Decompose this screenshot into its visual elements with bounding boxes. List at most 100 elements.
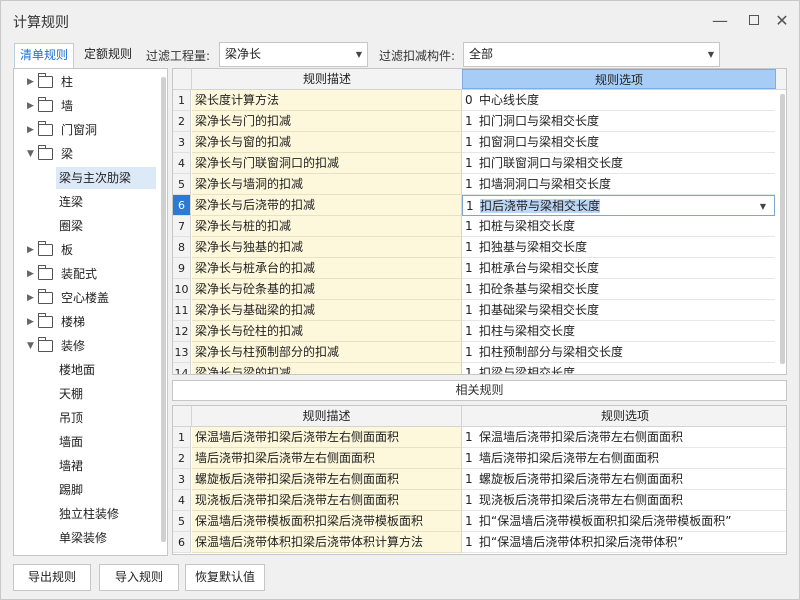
- tree-node-beam[interactable]: ▼ 梁: [14, 143, 159, 165]
- row-number[interactable]: 6: [173, 195, 191, 216]
- restore-defaults-button[interactable]: 恢复默认值: [185, 564, 265, 591]
- tree-node-door-window[interactable]: ▶ 门窗洞: [14, 119, 159, 141]
- tree-leaf-skirting[interactable]: 踢脚: [56, 479, 86, 501]
- tree-leaf-beam-main-rib[interactable]: 梁与主次肋梁: [56, 167, 156, 189]
- tree-node-hollow-floor[interactable]: ▶ 空心楼盖: [14, 287, 159, 309]
- expand-arrow-icon[interactable]: ▶: [27, 119, 34, 141]
- row-number[interactable]: 14: [173, 363, 191, 374]
- rule-option[interactable]: 1 扣墙洞洞口与梁相交长度: [462, 174, 775, 195]
- tree-node-prefab[interactable]: ▶ 装配式: [14, 263, 159, 285]
- table-row[interactable]: 14 梁净长与梁的扣减 1 扣梁与梁相交长度: [173, 363, 786, 374]
- row-number[interactable]: 9: [173, 258, 191, 279]
- collapse-arrow-icon[interactable]: ▼: [27, 335, 34, 357]
- rule-option[interactable]: 1 扣砼条基与梁相交长度: [462, 279, 775, 300]
- rule-option[interactable]: 1 扣桩与梁相交长度: [462, 216, 775, 237]
- row-number[interactable]: 7: [173, 216, 191, 237]
- table-row[interactable]: 5 梁净长与墙洞的扣减 1 扣墙洞洞口与梁相交长度: [173, 174, 786, 195]
- tree-node-slab[interactable]: ▶ 板: [14, 239, 159, 261]
- rule-option[interactable]: 0 中心线长度: [462, 90, 775, 111]
- table-row[interactable]: 11 梁净长与基础梁的扣减 1 扣基础梁与梁相交长度: [173, 300, 786, 321]
- rule-option[interactable]: 1 扣柱预制部分与梁相交长度: [462, 342, 775, 363]
- tree-leaf-beam-finish[interactable]: 单梁装修: [56, 527, 110, 549]
- row-number[interactable]: 3: [173, 469, 191, 490]
- row-number[interactable]: 5: [173, 511, 191, 532]
- rule-option[interactable]: 1 保温墙后浇带扣梁后浇带左右侧面面积: [462, 427, 786, 448]
- row-number[interactable]: 4: [173, 153, 191, 174]
- rule-description[interactable]: 梁净长与窗的扣减: [192, 132, 462, 153]
- rule-description[interactable]: 梁净长与桩承台的扣减: [192, 258, 462, 279]
- rule-description[interactable]: 梁净长与独基的扣减: [192, 237, 462, 258]
- expand-arrow-icon[interactable]: ▶: [27, 239, 34, 261]
- expand-arrow-icon[interactable]: ▶: [27, 287, 34, 309]
- table-row[interactable]: 10 梁净长与砼条基的扣减 1 扣砼条基与梁相交长度: [173, 279, 786, 300]
- tree-leaf-column-finish[interactable]: 独立柱装修: [56, 503, 122, 525]
- row-number[interactable]: 4: [173, 490, 191, 511]
- rule-description[interactable]: 梁净长与基础梁的扣减: [192, 300, 462, 321]
- table-row[interactable]: 6 梁净长与后浇带的扣减 1 扣后浇带与梁相交长度 ▼: [173, 195, 786, 216]
- rule-description[interactable]: 梁净长与墙洞的扣减: [192, 174, 462, 195]
- maximize-button[interactable]: [741, 9, 767, 31]
- related-rules-button[interactable]: 相关规则: [172, 380, 787, 401]
- tree-node-decoration[interactable]: ▼ 装修: [14, 335, 159, 357]
- tree-leaf-floor[interactable]: 楼地面: [56, 359, 98, 381]
- table-row[interactable]: 2 墙后浇带扣梁后浇带左右侧面面积 1 墙后浇带扣梁后浇带左右侧面面积: [173, 448, 786, 469]
- table-row[interactable]: 1 梁长度计算方法 0 中心线长度: [173, 90, 786, 111]
- minimize-button[interactable]: —: [707, 9, 733, 31]
- table-row[interactable]: 3 螺旋板后浇带扣梁后浇带左右侧面面积 1 螺旋板后浇带扣梁后浇带左右侧面面积: [173, 469, 786, 490]
- tree-leaf-dado[interactable]: 墙裙: [56, 455, 86, 477]
- rule-description[interactable]: 梁长度计算方法: [192, 90, 462, 111]
- tree-scrollbar-thumb[interactable]: [161, 77, 166, 542]
- table-row[interactable]: 1 保温墙后浇带扣梁后浇带左右侧面面积 1 保温墙后浇带扣梁后浇带左右侧面面积: [173, 427, 786, 448]
- rule-description[interactable]: 梁净长与砼条基的扣减: [192, 279, 462, 300]
- tree-node-wall[interactable]: ▶ 墙: [14, 95, 159, 117]
- rule-option-dropdown[interactable]: 1 扣后浇带与梁相交长度 ▼: [462, 195, 775, 216]
- tree-leaf-suspended-ceiling[interactable]: 吊顶: [56, 407, 86, 429]
- table-row[interactable]: 8 梁净长与独基的扣减 1 扣独基与梁相交长度: [173, 237, 786, 258]
- row-number[interactable]: 13: [173, 342, 191, 363]
- rule-option[interactable]: 1 扣独基与梁相交长度: [462, 237, 775, 258]
- column-header-option[interactable]: 规则选项: [462, 406, 786, 426]
- table-row[interactable]: 4 现浇板后浇带扣梁后浇带左右侧面面积 1 现浇板后浇带扣梁后浇带左右侧面面积: [173, 490, 786, 511]
- rule-description[interactable]: 梁净长与柱预制部分的扣减: [192, 342, 462, 363]
- rule-description[interactable]: 保温墙后浇带体积扣梁后浇带体积计算方法: [192, 532, 462, 553]
- rule-option[interactable]: 1 扣桩承台与梁相交长度: [462, 258, 775, 279]
- row-number[interactable]: 8: [173, 237, 191, 258]
- rule-description[interactable]: 梁净长与后浇带的扣减: [192, 195, 462, 216]
- row-number[interactable]: 1: [173, 427, 191, 448]
- tree-scrollbar[interactable]: [160, 69, 167, 555]
- rule-description[interactable]: 现浇板后浇带扣梁后浇带左右侧面面积: [192, 490, 462, 511]
- tab-quota-rules[interactable]: 定额规则: [79, 43, 137, 68]
- table-row[interactable]: 5 保温墙后浇带模板面积扣梁后浇带模板面积 1 扣“保温墙后浇带模板面积扣梁后浇带模板…: [173, 511, 786, 532]
- row-number[interactable]: 10: [173, 279, 191, 300]
- rule-description[interactable]: 梁净长与门联窗洞口的扣减: [192, 153, 462, 174]
- tab-bill-rules[interactable]: 清单规则: [14, 43, 75, 68]
- tree-leaf-wall-surface[interactable]: 墙面: [56, 431, 86, 453]
- expand-arrow-icon[interactable]: ▶: [27, 311, 34, 333]
- rule-option[interactable]: 1 墙后浇带扣梁后浇带左右侧面面积: [462, 448, 786, 469]
- rule-description[interactable]: 梁净长与砼柱的扣减: [192, 321, 462, 342]
- rule-option[interactable]: 1 扣基础梁与梁相交长度: [462, 300, 775, 321]
- rule-description[interactable]: 梁净长与桩的扣减: [192, 216, 462, 237]
- row-number[interactable]: 6: [173, 532, 191, 553]
- tree-leaf-ring-beam[interactable]: 圈梁: [56, 215, 86, 237]
- rule-description[interactable]: 梁净长与门的扣减: [192, 111, 462, 132]
- expand-arrow-icon[interactable]: ▶: [27, 71, 34, 93]
- tree-leaf-link-beam[interactable]: 连梁: [56, 191, 86, 213]
- row-number[interactable]: 3: [173, 132, 191, 153]
- rule-option[interactable]: 1 扣“保温墙后浇带体积扣梁后浇带体积”: [462, 532, 786, 553]
- rules-table-scrollbar-thumb[interactable]: [780, 94, 785, 364]
- row-number[interactable]: 2: [173, 448, 191, 469]
- expand-arrow-icon[interactable]: ▶: [27, 95, 34, 117]
- table-row[interactable]: 7 梁净长与桩的扣减 1 扣桩与梁相交长度: [173, 216, 786, 237]
- table-row[interactable]: 4 梁净长与门联窗洞口的扣减 1 扣门联窗洞口与梁相交长度: [173, 153, 786, 174]
- table-row[interactable]: 2 梁净长与门的扣减 1 扣门洞口与梁相交长度: [173, 111, 786, 132]
- table-row[interactable]: 12 梁净长与砼柱的扣减 1 扣柱与梁相交长度: [173, 321, 786, 342]
- rule-description[interactable]: 螺旋板后浇带扣梁后浇带左右侧面面积: [192, 469, 462, 490]
- table-row[interactable]: 3 梁净长与窗的扣减 1 扣窗洞口与梁相交长度: [173, 132, 786, 153]
- filter-quantity-select[interactable]: 梁净长 ▼: [219, 42, 368, 67]
- table-row[interactable]: 6 保温墙后浇带体积扣梁后浇带体积计算方法 1 扣“保温墙后浇带体积扣梁后浇带体积”: [173, 532, 786, 553]
- row-number[interactable]: 11: [173, 300, 191, 321]
- rule-option[interactable]: 1 现浇板后浇带扣梁后浇带左右侧面面积: [462, 490, 786, 511]
- rule-description[interactable]: 保温墙后浇带扣梁后浇带左右侧面面积: [192, 427, 462, 448]
- rule-option[interactable]: 1 扣门联窗洞口与梁相交长度: [462, 153, 775, 174]
